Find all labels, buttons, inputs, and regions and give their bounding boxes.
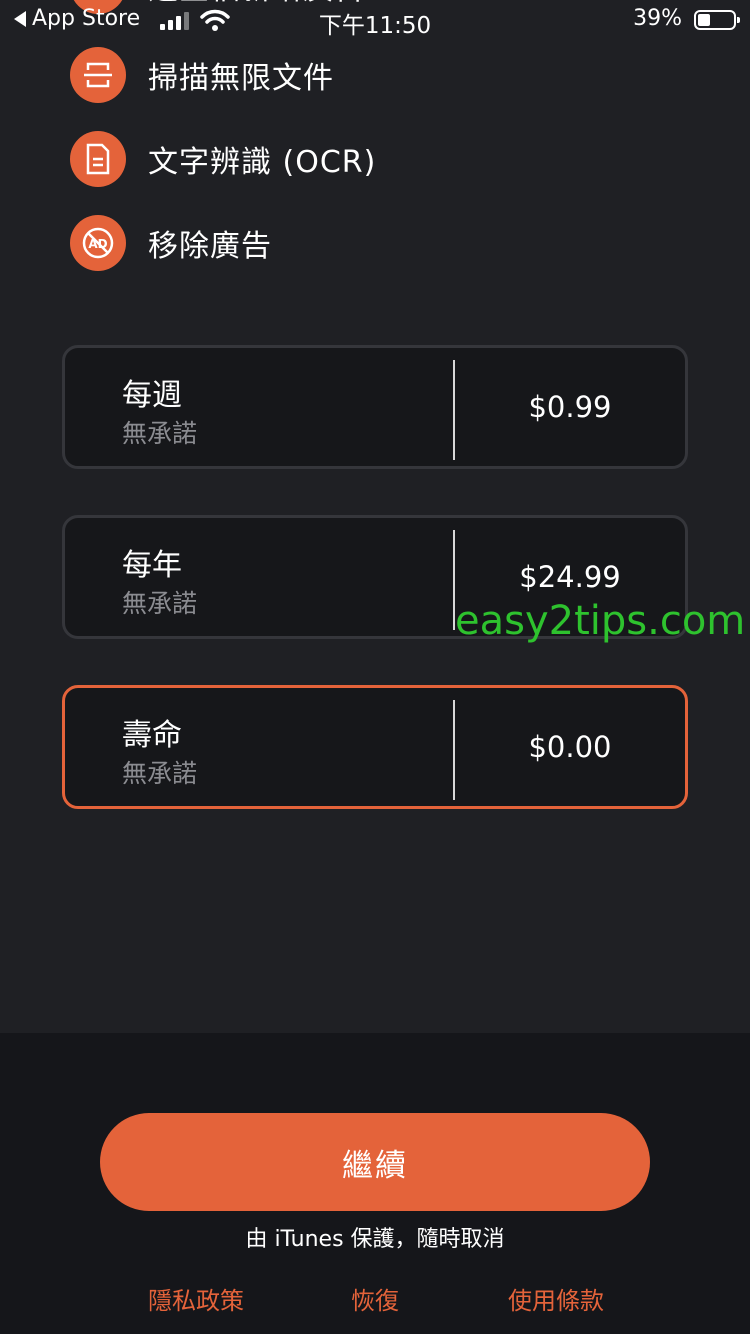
feature-label: 文字辨識 (OCR) [148,145,377,180]
battery-icon [694,10,740,30]
plan-name: 每週 [122,378,182,413]
terms-of-use-link[interactable]: 使用條款 [508,1281,604,1316]
svg-text:AD: AD [88,237,107,251]
itunes-protection-note: 由 iTunes 保護，隨時取消 [245,1227,505,1252]
plan-name: 壽命 [122,718,182,753]
battery-percent: 39% [633,6,682,31]
plan-commitment: 無承諾 [122,419,198,448]
plan-price: $0.00 [528,730,612,764]
plan-price: $0.99 [528,390,612,424]
watermark-text: easy2tips.com [455,598,746,644]
plan-name: 每年 [122,548,182,583]
feature-label: 移除廣告 [148,229,272,264]
plan-weekly[interactable]: 每週 無承諾 $0.99 [62,345,688,469]
feature-label: 掃描無限文件 [148,61,334,96]
bottom-panel: 繼續 由 iTunes 保護，隨時取消 隱私政策 恢復 使用條款 [0,1033,750,1334]
feature-item-remove-ads: AD 移除廣告 [70,215,272,271]
plan-lifetime[interactable]: 壽命 無承諾 $0.00 [62,685,688,809]
plan-commitment: 無承諾 [122,759,198,788]
feature-item-scan: 掃描無限文件 [70,47,334,103]
restore-link[interactable]: 恢復 [351,1281,399,1316]
status-bar: App Store 下午11:50 39% [0,0,750,42]
no-ad-icon: AD [70,215,126,271]
continue-button[interactable]: 繼續 [100,1113,650,1211]
scanner-icon [70,47,126,103]
privacy-policy-link[interactable]: 隱私政策 [148,1281,244,1316]
feature-item-ocr: 文字辨識 (OCR) [70,131,376,187]
document-icon [70,131,126,187]
plan-commitment: 無承諾 [122,589,198,618]
